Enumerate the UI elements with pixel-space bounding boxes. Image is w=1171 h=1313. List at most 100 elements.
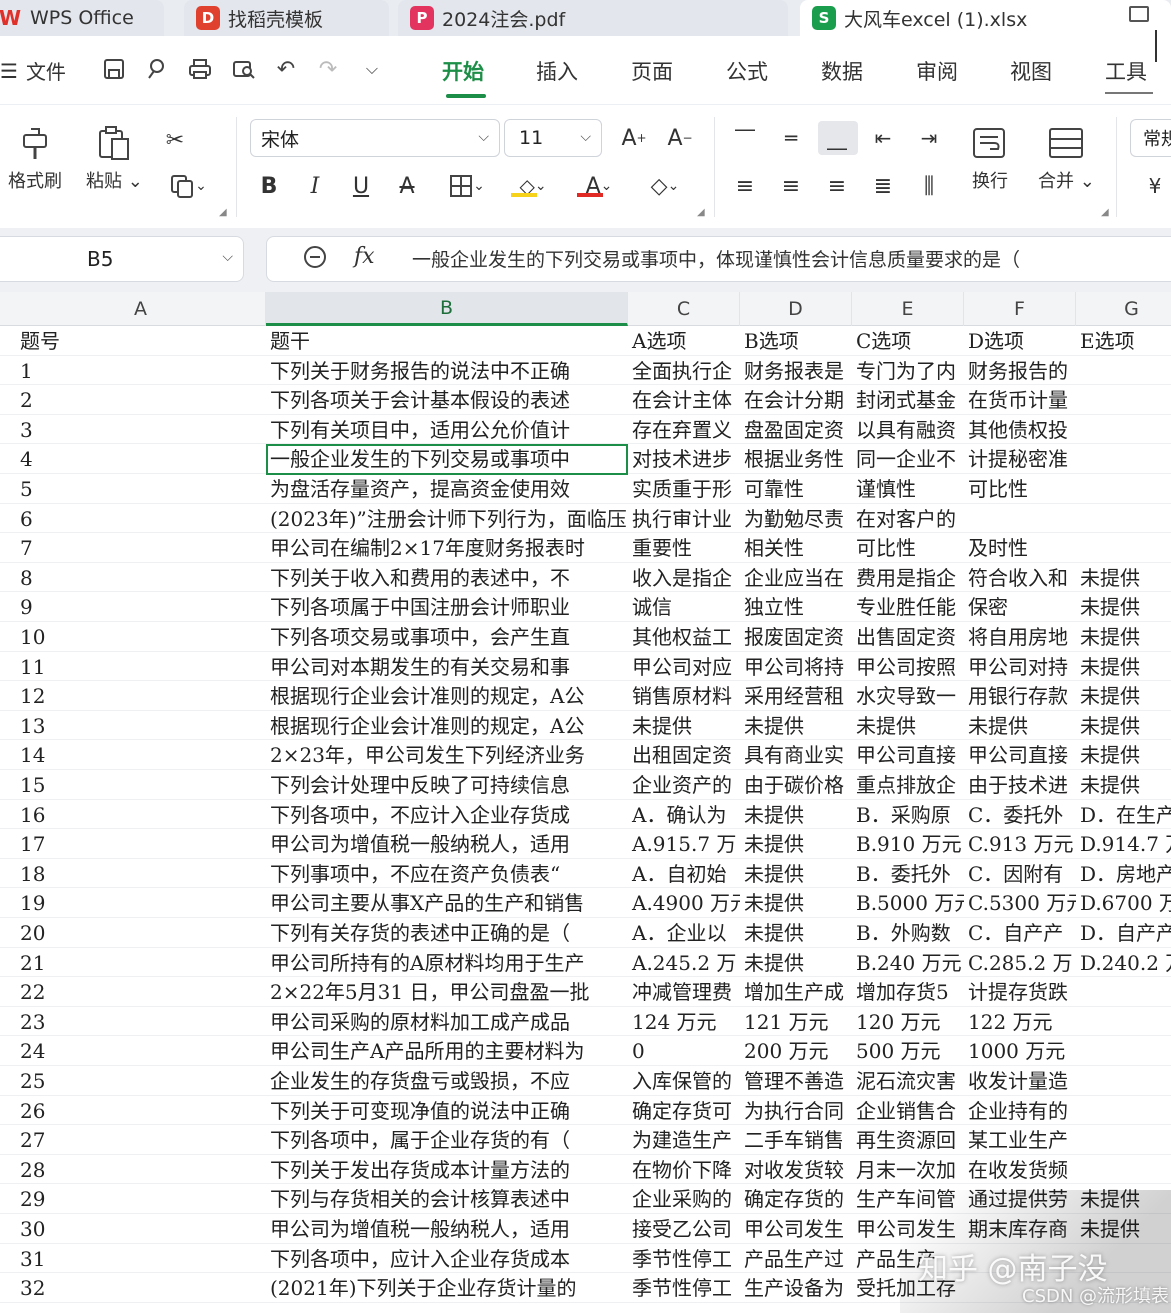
column-header-e[interactable]: E xyxy=(852,292,964,326)
cell-d[interactable]: 未提供 xyxy=(740,859,852,889)
cell-b[interactable]: 2×23年，甲公司发生下列经济业务 xyxy=(266,740,628,770)
cell-b[interactable]: 下列关于财务报告的说法中不正确 xyxy=(266,356,628,386)
cell-e[interactable]: 专业胜任能 xyxy=(852,592,964,622)
cell-f[interactable]: C．因附有 xyxy=(964,859,1076,889)
cell-f[interactable]: 由于技术进 xyxy=(964,770,1076,800)
cell-e[interactable]: 120 万元 xyxy=(852,1007,964,1037)
cell-g[interactable]: 未提供 xyxy=(1076,770,1171,800)
cell-d[interactable]: 报废固定资 xyxy=(740,622,852,652)
cell-d[interactable]: 在会计分期 xyxy=(740,385,852,415)
name-box[interactable]: B5 ⌵ xyxy=(0,236,244,282)
italic-icon[interactable]: I xyxy=(302,169,328,203)
cell-c[interactable]: A．企业以 xyxy=(628,918,740,948)
cell-c[interactable]: 在会计主体 xyxy=(628,385,740,415)
copy-button[interactable]: ⌄ xyxy=(162,169,214,203)
cell-c[interactable]: 接受乙公司 xyxy=(628,1214,740,1244)
cell-g[interactable]: D.240.2 万 xyxy=(1076,948,1171,978)
cell-c[interactable]: 0 xyxy=(628,1036,740,1066)
cell-e[interactable]: B.240 万元 xyxy=(852,948,964,978)
cell-c[interactable]: 甲公司对应 xyxy=(628,652,740,682)
cell-e[interactable]: B.910 万元 xyxy=(852,829,964,859)
cell-d[interactable]: 未提供 xyxy=(740,800,852,830)
cell-e[interactable]: B．委托外 xyxy=(852,859,964,889)
dialog-launcher-icon[interactable]: ◢ xyxy=(697,207,705,218)
cell-c[interactable]: A.915.7 万 xyxy=(628,829,740,859)
cell-f[interactable]: 符合收入和 xyxy=(964,563,1076,593)
cell-g[interactable]: D.914.7 万 xyxy=(1076,829,1171,859)
cell-d[interactable]: 甲公司发生 xyxy=(740,1214,852,1244)
cell-c[interactable]: 存在弃置义 xyxy=(628,415,740,445)
cell-b[interactable]: 题干 xyxy=(266,326,628,356)
cell-b[interactable]: 一般企业发生的下列交易或事项中 xyxy=(266,444,628,474)
increase-indent-icon[interactable]: ⇥ xyxy=(914,121,944,155)
cell-b[interactable]: 下列事项中，不应在资产负债表“ xyxy=(266,859,628,889)
tab-docer-templates[interactable]: D 找稻壳模板 xyxy=(184,0,389,36)
cell-b[interactable]: (2021年)下列关于企业存货计量的 xyxy=(266,1273,628,1303)
cell-d[interactable]: 确定存货的 xyxy=(740,1184,852,1214)
align-middle-icon[interactable]: ═ xyxy=(776,121,806,155)
cell-a[interactable]: 21 xyxy=(16,948,266,978)
cell-e[interactable]: 谨慎性 xyxy=(852,474,964,504)
cell-g[interactable]: 未提供 xyxy=(1076,563,1171,593)
cell-b[interactable]: 下列各项中，应计入企业存货成本 xyxy=(266,1244,628,1274)
cell-f[interactable]: 及时性 xyxy=(964,533,1076,563)
cell-f[interactable]: C.5300 万元 xyxy=(964,888,1076,918)
column-header-f[interactable]: F xyxy=(964,292,1076,326)
cell-c[interactable]: 在物价下降 xyxy=(628,1155,740,1185)
cell-d[interactable]: 可靠性 xyxy=(740,474,852,504)
cell-g[interactable] xyxy=(1076,1066,1171,1096)
cell-f[interactable]: 用银行存款 xyxy=(964,681,1076,711)
cell-f[interactable] xyxy=(964,504,1076,534)
cell-d[interactable]: 相关性 xyxy=(740,533,852,563)
column-header-g[interactable]: G xyxy=(1076,292,1171,326)
cell-c[interactable]: 企业采购的 xyxy=(628,1184,740,1214)
cell-c[interactable]: 实质重于形 xyxy=(628,474,740,504)
paste-button[interactable]: 粘贴 ⌄ xyxy=(86,125,143,193)
cell-e[interactable]: 封闭式基金 xyxy=(852,385,964,415)
align-top-icon[interactable]: ⎺ xyxy=(730,121,760,155)
cell-a[interactable]: 13 xyxy=(16,711,266,741)
cell-f[interactable]: 期末库存商 xyxy=(964,1214,1076,1244)
column-header-a[interactable]: A xyxy=(16,292,266,326)
cell-d[interactable]: 增加生产成 xyxy=(740,977,852,1007)
tab-wps-office[interactable]: W WPS Office xyxy=(0,0,164,36)
cell-c[interactable]: A选项 xyxy=(628,326,740,356)
underline-icon[interactable]: U xyxy=(348,169,374,203)
cell-a[interactable]: 3 xyxy=(16,415,266,445)
cell-g[interactable] xyxy=(1076,356,1171,386)
decrease-indent-icon[interactable]: ⇤ xyxy=(868,121,898,155)
dialog-launcher-icon[interactable]: ◢ xyxy=(1101,207,1109,218)
cell-e[interactable]: B．外购数 xyxy=(852,918,964,948)
cell-a[interactable]: 32 xyxy=(16,1273,266,1303)
cell-a[interactable]: 12 xyxy=(16,681,266,711)
cell-e[interactable]: 再生资源回 xyxy=(852,1125,964,1155)
cell-b[interactable]: 甲公司所持有的A原材料均用于生产 xyxy=(266,948,628,978)
tab-page[interactable]: 页面 xyxy=(631,56,673,86)
cell-a[interactable]: 28 xyxy=(16,1155,266,1185)
cell-f[interactable]: 将自用房地 xyxy=(964,622,1076,652)
tab-tools[interactable]: 工具 xyxy=(1105,56,1147,86)
cell-d[interactable]: 产品生产过 xyxy=(740,1244,852,1274)
cell-g[interactable] xyxy=(1076,977,1171,1007)
clear-format-button[interactable]: ◇ ⌄ xyxy=(638,169,692,203)
cell-e[interactable]: 甲公司直接 xyxy=(852,740,964,770)
cell-g[interactable] xyxy=(1076,504,1171,534)
cell-g[interactable] xyxy=(1076,444,1171,474)
cell-b[interactable]: 下列与存货相关的会计核算表述中 xyxy=(266,1184,628,1214)
cell-g[interactable]: 未提供 xyxy=(1076,740,1171,770)
cell-b[interactable]: 下列关于收入和费用的表述中，不 xyxy=(266,563,628,593)
cell-b[interactable]: 下列有关项目中，适用公允价值计 xyxy=(266,415,628,445)
cell-e[interactable]: 费用是指企 xyxy=(852,563,964,593)
cell-e[interactable]: 可比性 xyxy=(852,533,964,563)
cell-d[interactable]: 未提供 xyxy=(740,711,852,741)
number-format-select[interactable]: 常规 xyxy=(1130,119,1171,157)
cell-g[interactable] xyxy=(1076,1036,1171,1066)
cell-d[interactable]: 未提供 xyxy=(740,918,852,948)
cell-e[interactable]: 在对客户的 xyxy=(852,504,964,534)
cell-b[interactable]: 下列各项属于中国注册会计师职业 xyxy=(266,592,628,622)
cell-e[interactable]: 未提供 xyxy=(852,711,964,741)
decrease-font-icon[interactable]: A − xyxy=(664,121,696,155)
cell-a[interactable]: 7 xyxy=(16,533,266,563)
cell-d[interactable]: 企业应当在 xyxy=(740,563,852,593)
cell-c[interactable]: 入库保管的 xyxy=(628,1066,740,1096)
